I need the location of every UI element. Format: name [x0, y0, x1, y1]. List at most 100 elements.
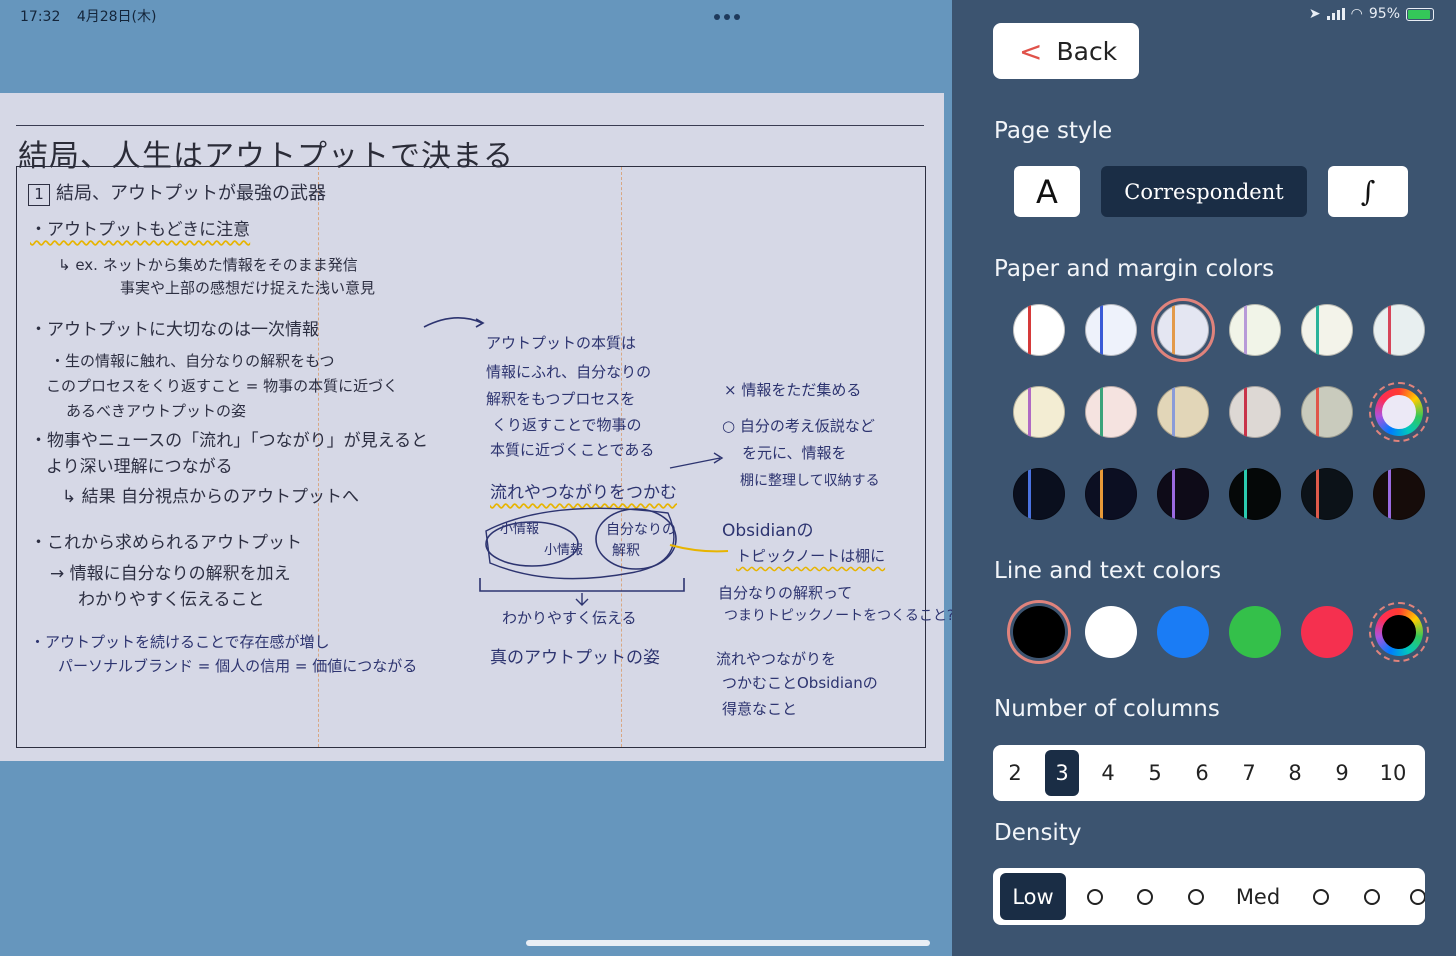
custom-color-preview: [1382, 395, 1416, 429]
paper-swatch[interactable]: [1013, 386, 1065, 438]
line-color-swatch[interactable]: [1301, 606, 1353, 658]
columns-option-4[interactable]: 4: [1091, 750, 1125, 796]
status-date: 4月28日(木): [76, 9, 157, 25]
margin-line-preview: [1172, 304, 1175, 356]
page-style-correspondent-button[interactable]: Correspondent: [1101, 166, 1307, 217]
columns-option-3[interactable]: 3: [1045, 750, 1079, 796]
margin-line-preview: [1244, 304, 1247, 356]
margin-line-preview: [1316, 468, 1319, 520]
paper-swatch[interactable]: [1229, 304, 1281, 356]
density-step-option[interactable]: [1403, 873, 1425, 920]
page-style-label: Page style: [994, 118, 1113, 144]
margin-line-preview: [1028, 304, 1031, 356]
paper-swatch[interactable]: [1301, 386, 1353, 438]
margin-line-preview: [1244, 468, 1247, 520]
note-line: ・生の情報に触れ、自分なりの解釈をもつ: [50, 352, 335, 370]
diagram-label: 小情報: [500, 522, 540, 537]
note-line: より深い理解につながる: [46, 457, 233, 477]
margin-line-preview: [1388, 304, 1391, 356]
section-heading: 1 結局、アウトプットが最強の武器: [28, 179, 326, 206]
margin-line-preview: [1316, 304, 1319, 356]
wifi-icon: ◠: [1350, 6, 1363, 22]
paper-swatch[interactable]: [1373, 304, 1425, 356]
columns-option-2[interactable]: 2: [998, 750, 1032, 796]
margin-line-preview: [1244, 386, 1247, 438]
columns-option-8[interactable]: 8: [1278, 750, 1312, 796]
paper-swatch[interactable]: [1301, 468, 1353, 520]
note-line: ↳ 結果 自分視点からのアウトプットへ: [62, 487, 360, 507]
line-color-swatch[interactable]: [1157, 606, 1209, 658]
line-color-swatch[interactable]: [1229, 606, 1281, 658]
home-indicator[interactable]: [526, 940, 930, 946]
paper-swatch[interactable]: [1229, 386, 1281, 438]
back-button[interactable]: < Back: [993, 23, 1139, 79]
paper-swatch[interactable]: [1085, 386, 1137, 438]
note-line: あるべきアウトプットの姿: [66, 402, 247, 420]
line-color-swatch[interactable]: [1013, 606, 1065, 658]
location-icon: ➤: [1308, 6, 1321, 22]
paper-swatch[interactable]: [1157, 386, 1209, 438]
density-option-med[interactable]: Med: [1225, 873, 1291, 920]
columns-option-6[interactable]: 6: [1185, 750, 1219, 796]
margin-line-preview: [1100, 304, 1103, 356]
margin-line-preview: [1100, 468, 1103, 520]
note-line: わかりやすく伝えること: [78, 590, 265, 610]
density-step-option[interactable]: [1181, 873, 1211, 920]
margin-line-preview: [1100, 386, 1103, 438]
density-step-icon: [1188, 888, 1204, 905]
paper-colors-label: Paper and margin colors: [994, 256, 1275, 282]
page-style-plain-button[interactable]: A: [1014, 166, 1080, 217]
note-line: パーソナルブランド = 個人の信用 = 価値につながる: [58, 657, 418, 675]
density-step-icon: [1137, 888, 1153, 905]
page-style-script-button[interactable]: ∫: [1328, 166, 1408, 217]
density-step-option[interactable]: [1357, 873, 1387, 920]
multitasking-dots-icon[interactable]: [714, 14, 740, 20]
columns-option-9[interactable]: 9: [1325, 750, 1359, 796]
paper-swatch[interactable]: [1301, 304, 1353, 356]
notebook-page[interactable]: 結局、人生はアウトプットで決まる 1 結局、アウトプットが最強の武器 ・アウトプッ…: [0, 93, 954, 761]
paper-swatch[interactable]: [1157, 304, 1209, 356]
note-line: ・アウトプットを続けることで存在感が増し: [30, 633, 330, 651]
margin-line-preview: [1028, 386, 1031, 438]
density-option-low[interactable]: Low: [1000, 873, 1066, 920]
paper-swatch[interactable]: [1013, 468, 1065, 520]
note-line: ・これから求められるアウトプット: [30, 533, 302, 553]
note-line: → 情報に自分なりの解釈を加え: [50, 564, 291, 584]
density-step-icon: [1364, 888, 1380, 905]
note-line: トピックノートは棚に: [736, 547, 886, 565]
columns-option-5[interactable]: 5: [1138, 750, 1172, 796]
density-segmented-control: Low Med: [993, 868, 1425, 925]
back-label: Back: [1056, 36, 1118, 66]
diagram-label: 解釈: [612, 543, 640, 559]
paper-swatch[interactable]: [1085, 304, 1137, 356]
density-step-option[interactable]: [1080, 873, 1110, 920]
chevron-left-icon: <: [1019, 34, 1043, 68]
custom-paper-color-button[interactable]: [1375, 388, 1423, 436]
columns-option-10[interactable]: 10: [1376, 750, 1410, 796]
note-line: 自分なりの解釈って: [718, 584, 853, 602]
note-line: 真のアウトプットの姿: [490, 648, 660, 668]
line-colors-label: Line and text colors: [994, 558, 1222, 584]
line-color-swatch[interactable]: [1085, 606, 1137, 658]
columns-label: Number of columns: [994, 696, 1220, 722]
battery-icon: [1406, 7, 1434, 21]
paper-swatch[interactable]: [1229, 468, 1281, 520]
density-step-icon: [1313, 888, 1329, 905]
paper-swatch[interactable]: [1085, 468, 1137, 520]
margin-line-preview: [1028, 468, 1031, 520]
note-line: Obsidianの: [722, 521, 814, 541]
density-step-option[interactable]: [1306, 873, 1336, 920]
battery-percent: 95%: [1368, 6, 1400, 22]
density-step-option[interactable]: [1130, 873, 1160, 920]
note-line: このプロセスをくり返すこと = 物事の本質に近づく: [46, 377, 399, 395]
margin-line-preview: [1172, 386, 1175, 438]
status-time: 17:32: [20, 9, 61, 25]
custom-line-color-button[interactable]: [1375, 608, 1423, 656]
paper-swatch[interactable]: [1157, 468, 1209, 520]
margin-line-preview: [1388, 468, 1391, 520]
paper-swatch[interactable]: [1013, 304, 1065, 356]
paper-swatch[interactable]: [1373, 468, 1425, 520]
columns-option-7[interactable]: 7: [1232, 750, 1266, 796]
note-line: つかむことObsidianの: [722, 674, 878, 692]
section-heading-text: 結局、アウトプットが最強の武器: [56, 183, 326, 204]
